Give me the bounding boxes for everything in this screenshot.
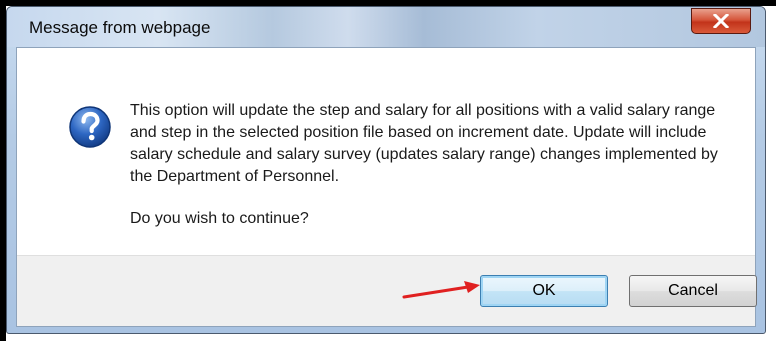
red-arrow-icon xyxy=(402,281,480,299)
close-x-icon xyxy=(713,14,729,28)
dialog-button-bar: OK Cancel xyxy=(17,255,757,326)
message-dialog: Message from webpage This option will up… xyxy=(6,6,766,334)
dialog-titlebar[interactable]: Message from webpage xyxy=(7,7,765,47)
close-button[interactable] xyxy=(691,8,751,34)
dialog-title: Message from webpage xyxy=(29,18,211,37)
question-icon xyxy=(69,106,111,148)
ok-button[interactable]: OK xyxy=(480,275,608,307)
cancel-button[interactable]: Cancel xyxy=(629,275,757,307)
dialog-message: This option will update the step and sal… xyxy=(130,102,718,185)
dialog-content: This option will update the step and sal… xyxy=(16,47,757,327)
dialog-question: Do you wish to continue? xyxy=(130,210,309,227)
